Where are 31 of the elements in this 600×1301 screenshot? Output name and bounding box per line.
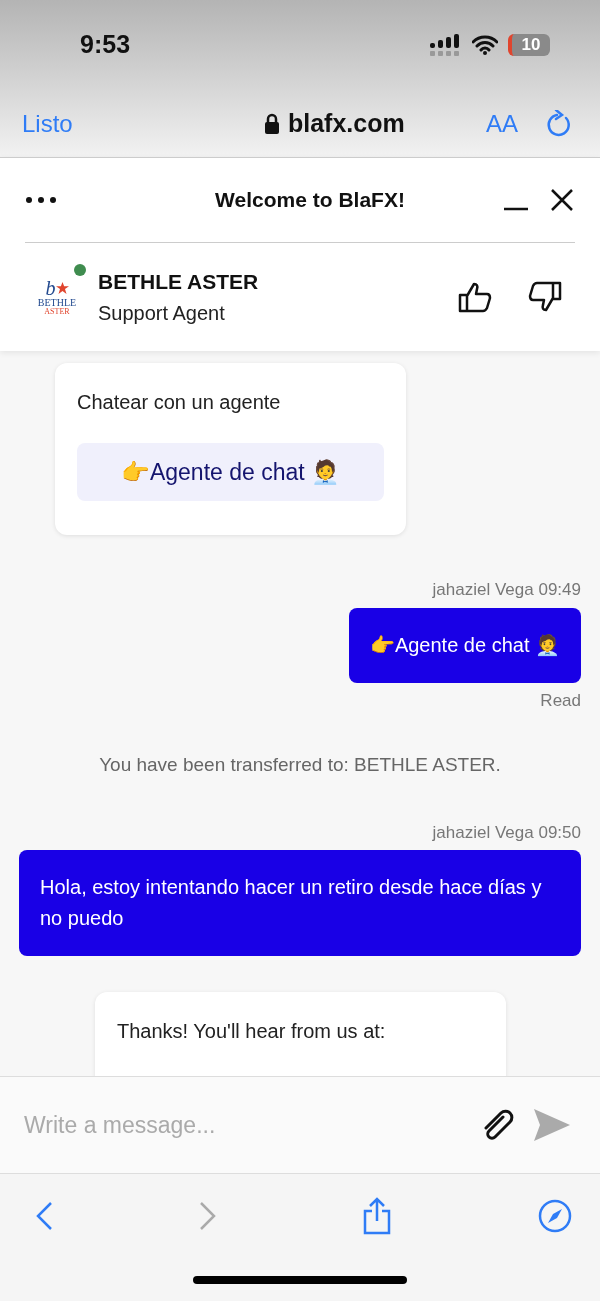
logo-name: BETHLE <box>37 298 77 308</box>
close-icon[interactable] <box>549 187 575 213</box>
cellular-signal-icon <box>430 34 462 56</box>
chat-title: Welcome to BlaFX! <box>215 187 405 214</box>
share-icon[interactable] <box>362 1197 393 1235</box>
agent-chat-button[interactable]: 👉Agente de chat 🧑‍💼 <box>77 443 384 501</box>
battery-indicator: 10 <box>508 34 550 56</box>
agent-role: Support Agent <box>98 300 226 326</box>
logo-letter: b <box>45 278 56 298</box>
url-text[interactable]: blafx.com <box>288 104 405 143</box>
status-time: 9:53 <box>80 29 131 61</box>
lock-icon <box>264 112 280 135</box>
reload-icon[interactable] <box>546 109 572 138</box>
message-input[interactable]: Write a message... <box>24 1107 462 1143</box>
compass-icon[interactable] <box>537 1199 572 1233</box>
read-receipt: Read <box>540 689 581 712</box>
user-message-bubble: 👉Agente de chat 🧑‍💼 <box>348 607 581 683</box>
back-icon[interactable] <box>35 1201 53 1231</box>
card-text: Chatear con un agente <box>77 390 282 415</box>
wifi-icon <box>472 35 498 55</box>
agent-name: BETHLE ASTER <box>98 269 260 296</box>
thumbs-down-icon[interactable] <box>528 281 562 313</box>
logo-subtitle: ASTER <box>44 308 70 316</box>
more-options-icon[interactable] <box>25 196 57 204</box>
message-meta: jahaziel Vega 09:49 <box>432 579 581 601</box>
card-text: Thanks! You'll hear from us at: <box>117 1019 387 1044</box>
thumbs-up-icon[interactable] <box>458 281 492 313</box>
system-message: You have been transferred to: BETHLE ASTER. <box>99 753 501 777</box>
user-message-bubble: Hola, estoy intentando hacer un retiro desde hace días y no puedo <box>19 850 581 956</box>
star-icon <box>55 281 69 295</box>
message-meta: jahaziel Vega 09:50 <box>432 821 581 844</box>
